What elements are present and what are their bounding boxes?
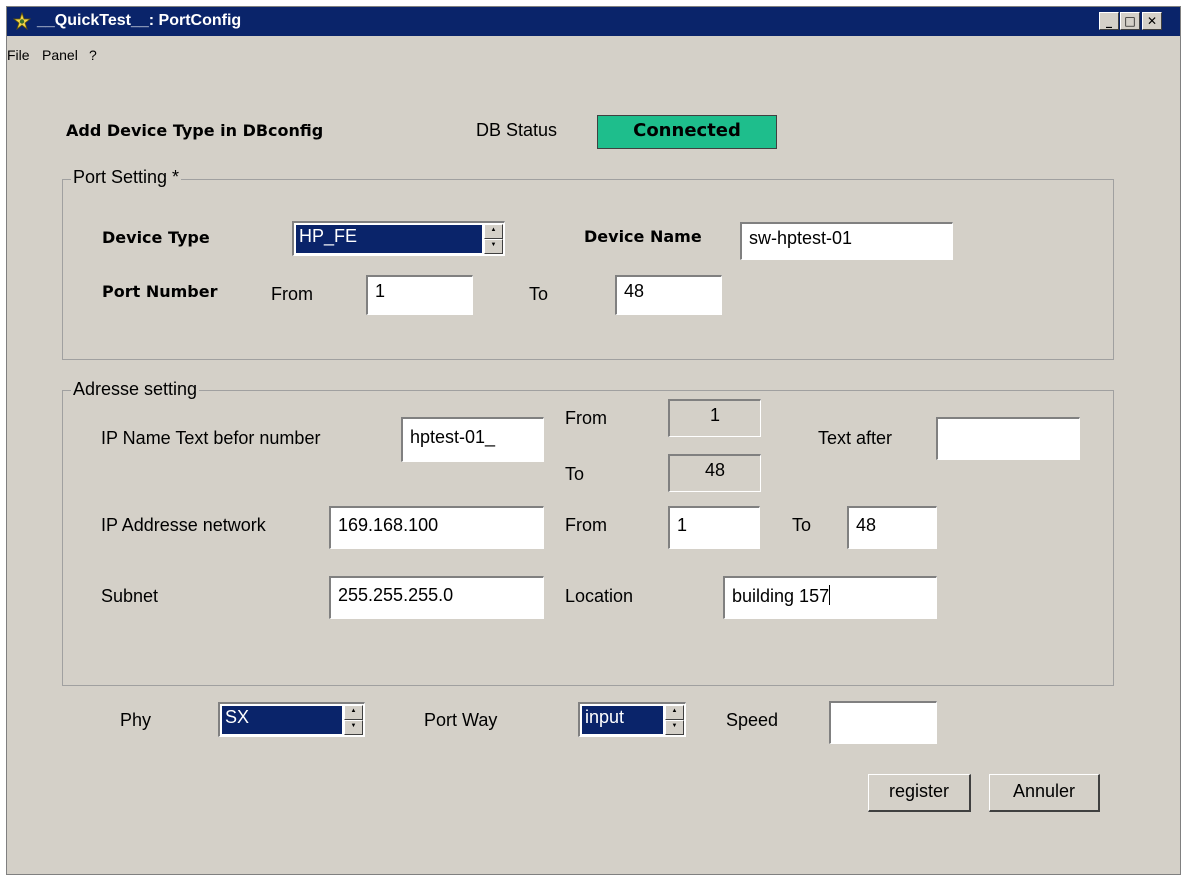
port-way-spinner[interactable]: input ▲ ▼: [578, 702, 686, 737]
ip-to-label: To: [792, 515, 812, 535]
maximize-button[interactable]: □: [1120, 12, 1140, 30]
spinner-arrows: ▲ ▼: [484, 224, 503, 254]
location-label: Location: [565, 586, 634, 606]
speed-input[interactable]: [829, 701, 937, 744]
phy-spinner[interactable]: SX ▲ ▼: [218, 702, 365, 737]
spinner-up-icon[interactable]: ▲: [344, 705, 363, 720]
window-title: __QuickTest__: PortConfig: [37, 12, 242, 29]
text-cursor: [829, 585, 831, 605]
spinner-up-icon[interactable]: ▲: [484, 224, 503, 239]
text-after-input[interactable]: [936, 417, 1080, 460]
port-way-value: input: [582, 706, 663, 734]
ip-network-input[interactable]: 169.168.100: [329, 506, 544, 549]
port-from-label: From: [271, 284, 313, 304]
port-from-input[interactable]: 1: [366, 275, 473, 315]
device-type-value: HP_FE: [296, 225, 482, 253]
ip-from-input[interactable]: 1: [668, 506, 760, 549]
page-title: Add Device Type in DBconfig: [66, 121, 324, 140]
device-name-label: Device Name: [584, 227, 702, 246]
address-setting-title: Adresse setting: [71, 379, 200, 400]
ip-name-label: IP Name Text befor number: [101, 428, 321, 448]
close-button[interactable]: ✕: [1142, 12, 1162, 30]
port-setting-group: [62, 179, 1114, 360]
spinner-down-icon[interactable]: ▼: [344, 720, 363, 735]
ip-from-label: From: [565, 515, 607, 535]
menu-help[interactable]: ?: [89, 47, 97, 63]
device-type-spinner[interactable]: HP_FE ▲ ▼: [292, 221, 505, 256]
subnet-input[interactable]: 255.255.255.0: [329, 576, 544, 619]
ip-name-to-field: 48: [668, 454, 761, 492]
port-way-label: Port Way: [424, 710, 498, 730]
menu-file[interactable]: File: [7, 47, 30, 63]
port-to-input[interactable]: 48: [615, 275, 722, 315]
title-bar[interactable]: __QuickTest__: PortConfig _ □ ✕: [7, 7, 1180, 36]
location-value: building 157: [732, 586, 830, 606]
port-to-label: To: [529, 284, 549, 304]
spinner-up-icon[interactable]: ▲: [665, 705, 684, 720]
ip-name-from-field: 1: [668, 399, 761, 437]
ip-network-label: IP Addresse network: [101, 515, 266, 535]
spinner-down-icon[interactable]: ▼: [665, 720, 684, 735]
speed-label: Speed: [726, 710, 779, 730]
text-after-label: Text after: [818, 428, 893, 448]
port-setting-title: Port Setting *: [71, 167, 182, 188]
register-button[interactable]: register: [868, 774, 971, 812]
device-type-label: Device Type: [102, 228, 210, 247]
db-status-badge: Connected: [597, 115, 777, 149]
ip-name-to-label: To: [565, 464, 585, 484]
spinner-arrows: ▲ ▼: [665, 705, 684, 735]
app-icon: [13, 12, 31, 30]
ip-to-input[interactable]: 48: [847, 506, 937, 549]
subnet-label: Subnet: [101, 586, 159, 606]
ip-name-input[interactable]: hptest-01_: [401, 417, 544, 462]
spinner-down-icon[interactable]: ▼: [484, 239, 503, 254]
application-window: __QuickTest__: PortConfig _ □ ✕ File Pan…: [6, 6, 1181, 875]
cancel-button[interactable]: Annuler: [989, 774, 1100, 812]
db-status-label: DB Status: [476, 120, 558, 140]
ip-name-from-label: From: [565, 408, 607, 428]
menu-panel[interactable]: Panel: [42, 47, 78, 63]
phy-label: Phy: [120, 710, 152, 730]
port-number-label: Port Number: [102, 282, 218, 301]
device-name-input[interactable]: sw-hptest-01: [740, 222, 953, 260]
location-input[interactable]: building 157: [723, 576, 937, 619]
phy-value: SX: [222, 706, 342, 734]
spinner-arrows: ▲ ▼: [344, 705, 363, 735]
minimize-button[interactable]: _: [1099, 12, 1119, 30]
